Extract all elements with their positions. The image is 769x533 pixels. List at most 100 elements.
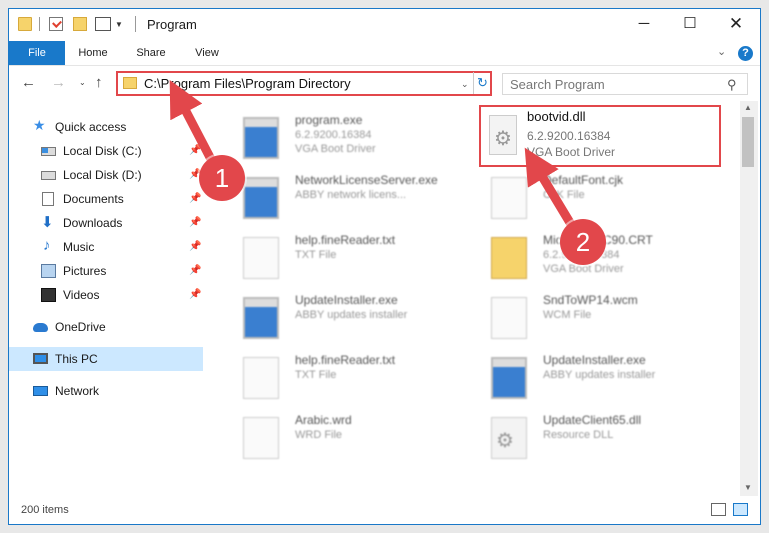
tab-file[interactable]: File <box>9 41 65 65</box>
file-item[interactable]: Arabic.wrd WRD File <box>219 409 459 465</box>
sidebar-item-label: Quick access <box>55 120 127 134</box>
scroll-thumb[interactable] <box>742 117 754 167</box>
star-icon: ★ <box>33 117 46 133</box>
highlighted-file-item[interactable]: bootvid.dll 6.2.9200.16384 VGA Boot Driv… <box>479 105 721 167</box>
text-file-icon <box>243 237 279 279</box>
sidebar-item-label: Network <box>55 384 100 398</box>
divider <box>39 17 40 31</box>
documents-icon <box>42 192 54 206</box>
file-name: bootvid.dll <box>527 109 586 124</box>
file-item[interactable]: help.fineReader.txt TXT File <box>219 349 459 405</box>
music-icon: ♪ <box>43 237 51 254</box>
sidebar-item-pictures[interactable]: Pictures 📌 <box>9 259 203 283</box>
forward-arrow-icon[interactable]: → <box>51 74 66 91</box>
scroll-down-icon[interactable]: ▼ <box>744 483 752 492</box>
sidebar-item-quick-access[interactable]: ★ Quick access <box>9 115 203 139</box>
ribbon-tabs: File Home Share View ⌄ ? <box>9 41 760 65</box>
pin-icon[interactable]: 📌 <box>189 289 201 300</box>
file-item[interactable]: NetworkLicenseServer.exe ABBY network li… <box>219 169 459 225</box>
file-item[interactable]: UpdateInstaller.exe ABBY updates install… <box>467 349 707 405</box>
tab-view[interactable]: View <box>185 41 229 65</box>
sidebar-item-label: Documents <box>63 192 124 206</box>
expand-ribbon-icon[interactable]: ⌄ <box>717 45 726 58</box>
back-arrow-icon[interactable]: ← <box>21 74 36 91</box>
window-title: Program <box>147 17 197 32</box>
step-badge-1: 1 <box>199 155 245 201</box>
recent-locations-icon[interactable]: ⌄ <box>79 78 86 87</box>
file-name: DefaultFont.cjk <box>543 173 624 187</box>
tab-share[interactable]: Share <box>129 41 173 65</box>
sidebar-item-local-disk-c[interactable]: Local Disk (C:) 📌 <box>9 139 203 163</box>
scroll-up-icon[interactable]: ▲ <box>744 103 752 112</box>
sidebar-item-label: Videos <box>63 288 100 302</box>
file-name: Arabic.wrd <box>295 413 352 427</box>
pin-icon[interactable]: 📌 <box>189 217 201 228</box>
minimize-button[interactable]: ─ <box>621 9 667 41</box>
exe-icon <box>243 297 279 339</box>
navigation-pane: ★ Quick access Local Disk (C:) 📌 Local D… <box>9 101 203 501</box>
navigation-bar: ← → ⌄ ↑ C:\Program Files\Program Directo… <box>9 65 760 101</box>
file-detail: VGA Boot Driver <box>295 143 376 155</box>
file-item[interactable]: help.fineReader.txt TXT File <box>219 229 459 285</box>
maximize-button[interactable]: ☐ <box>667 9 713 41</box>
status-bar: 200 items <box>9 499 760 523</box>
file-detail: CJK File <box>543 189 585 201</box>
sidebar-item-downloads[interactable]: ⬇ Downloads 📌 <box>9 211 203 235</box>
file-item[interactable]: SndToWP14.wcm WCM File <box>467 289 707 345</box>
quick-access-dropdown-icon[interactable]: ▼ <box>115 20 123 29</box>
view-options-icon[interactable] <box>95 17 111 31</box>
videos-icon <box>41 288 56 302</box>
file-item[interactable]: DefaultFont.cjk CJK File <box>467 169 707 225</box>
search-box[interactable]: ⚲ <box>502 73 748 95</box>
sidebar-item-label: OneDrive <box>55 320 106 334</box>
refresh-icon[interactable]: ↻ <box>473 72 491 94</box>
title-bar: ▼ Program ─ ☐ ✕ <box>9 9 760 41</box>
sidebar-item-music[interactable]: ♪ Music 📌 <box>9 235 203 259</box>
search-input[interactable] <box>503 74 723 94</box>
sidebar-item-this-pc[interactable]: This PC <box>9 347 203 371</box>
help-icon[interactable]: ? <box>738 46 753 61</box>
divider <box>135 16 136 32</box>
file-item[interactable]: program.exe 6.2.9200.16384 VGA Boot Driv… <box>219 109 459 165</box>
folder-icon <box>123 77 137 89</box>
file-item[interactable]: UpdateClient65.dll Resource DLL <box>467 409 707 465</box>
pin-icon[interactable]: 📌 <box>189 265 201 276</box>
file-detail: ABBY updates installer <box>295 309 408 321</box>
search-icon[interactable]: ⚲ <box>727 77 737 93</box>
vertical-scrollbar[interactable]: ▲ ▼ <box>740 101 758 496</box>
sidebar-item-label: Local Disk (C:) <box>63 144 142 158</box>
file-name: UpdateInstaller.exe <box>295 293 398 307</box>
close-button[interactable]: ✕ <box>713 9 759 41</box>
sidebar-item-onedrive[interactable]: OneDrive <box>9 315 203 339</box>
sidebar-item-label: Local Disk (D:) <box>63 168 142 182</box>
pin-icon[interactable]: 📌 <box>189 193 201 204</box>
large-icons-view-icon[interactable] <box>733 503 748 516</box>
pin-icon[interactable]: 📌 <box>189 145 201 156</box>
sidebar-item-network[interactable]: Network <box>9 379 203 403</box>
sidebar-item-videos[interactable]: Videos 📌 <box>9 283 203 307</box>
sidebar-item-documents[interactable]: Documents 📌 <box>9 187 203 211</box>
file-name: SndToWP14.wcm <box>543 293 638 307</box>
file-item[interactable]: UpdateInstaller.exe ABBY updates install… <box>219 289 459 345</box>
file-detail: Resource DLL <box>543 429 614 441</box>
file-detail: 6.2.9200.16384 <box>295 129 372 141</box>
file-name: UpdateInstaller.exe <box>543 353 646 367</box>
sidebar-item-local-disk-d[interactable]: Local Disk (D:) 📌 <box>9 163 203 187</box>
pictures-icon <box>41 264 56 278</box>
details-view-icon[interactable] <box>711 503 726 516</box>
properties-icon[interactable] <box>49 17 63 31</box>
file-detail: ABBY updates installer <box>543 369 656 381</box>
disk-icon <box>41 171 56 180</box>
file-name: help.fineReader.txt <box>295 353 396 367</box>
tab-home[interactable]: Home <box>71 41 115 65</box>
new-folder-icon[interactable] <box>73 17 87 31</box>
address-dropdown-icon[interactable]: ⌄ <box>461 79 469 90</box>
folder-icon <box>18 17 32 31</box>
address-path[interactable]: C:\Program Files\Program Directory <box>144 76 351 91</box>
text-file-icon <box>243 417 279 459</box>
address-bar[interactable]: C:\Program Files\Program Directory ⌄ ↻ <box>116 71 492 96</box>
text-file-icon <box>243 357 279 399</box>
text-file-icon <box>491 177 527 219</box>
pin-icon[interactable]: 📌 <box>189 241 201 252</box>
up-arrow-icon[interactable]: ↑ <box>95 74 103 91</box>
